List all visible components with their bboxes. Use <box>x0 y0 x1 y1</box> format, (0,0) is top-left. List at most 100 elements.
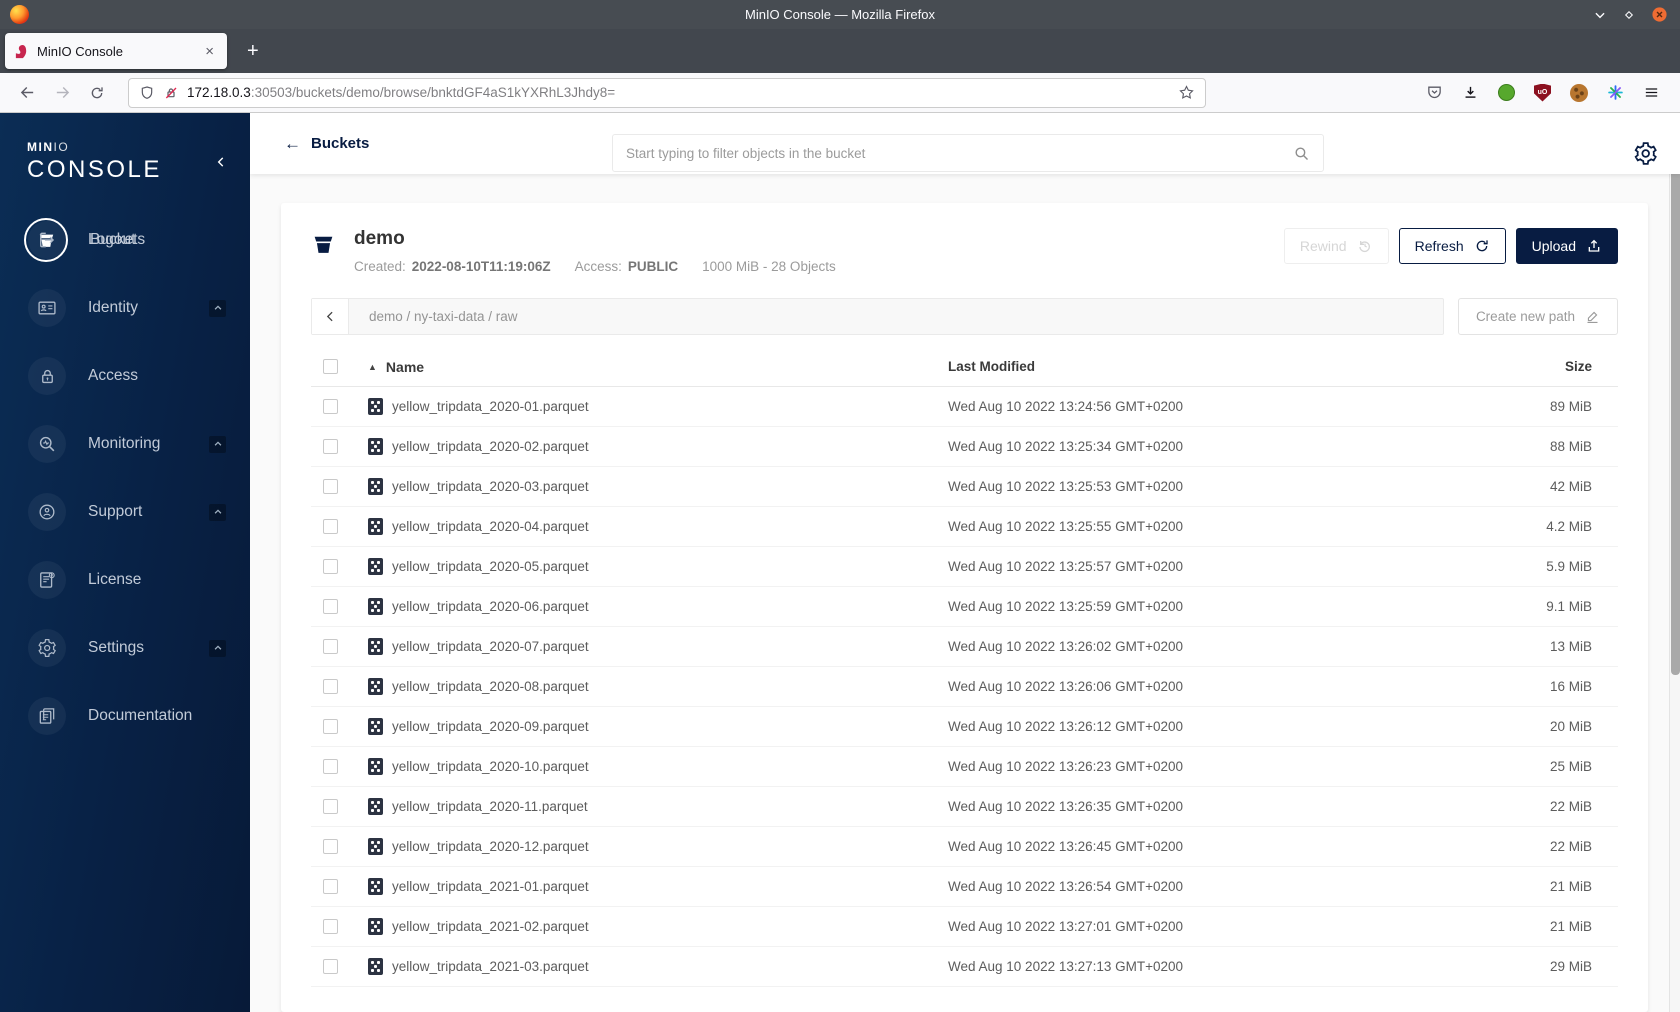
row-name[interactable]: yellow_tripdata_2020-03.parquet <box>392 479 589 494</box>
column-header-size[interactable]: Size <box>1488 359 1618 374</box>
forward-icon[interactable] <box>45 84 80 101</box>
row-checkbox[interactable] <box>323 559 338 574</box>
row-size: 88 MiB <box>1549 439 1592 454</box>
table-row[interactable]: yellow_tripdata_2021-03.parquet Wed Aug … <box>311 947 1618 987</box>
table-header-row: ▲ Name Last Modified Size <box>311 347 1618 387</box>
table-row[interactable]: yellow_tripdata_2020-09.parquet Wed Aug … <box>311 707 1618 747</box>
table-row[interactable]: yellow_tripdata_2020-08.parquet Wed Aug … <box>311 667 1618 707</box>
table-row[interactable]: yellow_tripdata_2020-01.parquet Wed Aug … <box>311 387 1618 427</box>
new-tab-button[interactable]: + <box>241 40 265 63</box>
row-name[interactable]: yellow_tripdata_2020-01.parquet <box>392 399 589 414</box>
column-header-modified[interactable]: Last Modified <box>948 359 1488 374</box>
bucket-browser-card: demo Created: 2022-08-10T11:19:06Z Acces… <box>281 203 1648 1012</box>
window-maximize-icon[interactable] <box>1622 8 1636 22</box>
refresh-button[interactable]: Refresh <box>1398 228 1506 264</box>
multi-account-containers-icon[interactable] <box>1607 84 1624 101</box>
window-close-icon[interactable] <box>1651 6 1668 23</box>
menu-hamburger-icon[interactable] <box>1643 84 1660 101</box>
column-header-name[interactable]: Name <box>386 359 424 375</box>
row-checkbox[interactable] <box>323 519 338 534</box>
privacy-badger-icon[interactable] <box>1498 84 1515 101</box>
ublock-origin-icon[interactable]: uO <box>1534 83 1551 102</box>
row-checkbox[interactable] <box>323 959 338 974</box>
sidebar-collapse-icon[interactable] <box>214 155 228 169</box>
table-row[interactable]: yellow_tripdata_2020-12.parquet Wed Aug … <box>311 827 1618 867</box>
tab-bar: MinIO Console × + <box>0 29 1680 73</box>
row-checkbox[interactable] <box>323 759 338 774</box>
sort-ascending-icon[interactable]: ▲ <box>368 362 377 372</box>
row-name[interactable]: yellow_tripdata_2020-06.parquet <box>392 599 589 614</box>
sidebar: MINIO CONSOLE Buckets Identity Access Mo… <box>0 113 250 1012</box>
upload-button[interactable]: Upload <box>1515 228 1618 264</box>
row-checkbox[interactable] <box>323 679 338 694</box>
back-to-buckets-link[interactable]: ← Buckets <box>284 134 369 154</box>
sidebar-item-logout[interactable]: Logout <box>0 206 250 274</box>
row-name[interactable]: yellow_tripdata_2020-07.parquet <box>392 639 589 654</box>
row-checkbox[interactable] <box>323 439 338 454</box>
tab-minio-console[interactable]: MinIO Console × <box>5 33 227 69</box>
insecure-lock-icon[interactable] <box>163 85 179 101</box>
row-checkbox[interactable] <box>323 399 338 414</box>
sidebar-item-label: Logout <box>88 231 136 248</box>
table-row[interactable]: yellow_tripdata_2020-07.parquet Wed Aug … <box>311 627 1618 667</box>
row-name[interactable]: yellow_tripdata_2020-04.parquet <box>392 519 589 534</box>
window-title: MinIO Console — Mozilla Firefox <box>745 7 935 22</box>
row-name[interactable]: yellow_tripdata_2020-12.parquet <box>392 839 589 854</box>
row-checkbox[interactable] <box>323 839 338 854</box>
tab-close-icon[interactable]: × <box>201 43 218 60</box>
rewind-icon <box>1357 238 1373 254</box>
row-size: 16 MiB <box>1549 679 1592 694</box>
settings-gear-icon[interactable] <box>1633 141 1658 166</box>
downloads-icon[interactable] <box>1462 84 1479 101</box>
cookie-extension-icon[interactable] <box>1570 83 1588 102</box>
row-checkbox[interactable] <box>323 599 338 614</box>
table-row[interactable]: yellow_tripdata_2021-01.parquet Wed Aug … <box>311 867 1618 907</box>
table-row[interactable]: yellow_tripdata_2020-03.parquet Wed Aug … <box>311 467 1618 507</box>
table-row[interactable]: yellow_tripdata_2020-11.parquet Wed Aug … <box>311 787 1618 827</box>
row-name[interactable]: yellow_tripdata_2020-08.parquet <box>392 679 589 694</box>
table-row[interactable]: yellow_tripdata_2020-02.parquet Wed Aug … <box>311 427 1618 467</box>
row-checkbox[interactable] <box>323 879 338 894</box>
pocket-icon[interactable] <box>1426 84 1443 101</box>
row-checkbox[interactable] <box>323 639 338 654</box>
row-checkbox[interactable] <box>323 799 338 814</box>
row-name[interactable]: yellow_tripdata_2020-05.parquet <box>392 559 589 574</box>
table-row[interactable]: yellow_tripdata_2020-10.parquet Wed Aug … <box>311 747 1618 787</box>
breadcrumb-back-icon[interactable] <box>312 299 349 334</box>
select-all-checkbox[interactable] <box>323 359 338 374</box>
table-row[interactable]: yellow_tripdata_2020-06.parquet Wed Aug … <box>311 587 1618 627</box>
row-name[interactable]: yellow_tripdata_2021-02.parquet <box>392 919 589 934</box>
row-modified: Wed Aug 10 2022 13:27:13 GMT+0200 <box>948 959 1184 974</box>
rewind-button[interactable]: Rewind <box>1283 228 1389 264</box>
row-checkbox[interactable] <box>323 719 338 734</box>
back-icon[interactable] <box>10 84 45 101</box>
tracking-shield-icon[interactable] <box>139 85 155 101</box>
bucket-icon <box>311 232 336 257</box>
row-name[interactable]: yellow_tripdata_2021-03.parquet <box>392 959 589 974</box>
row-checkbox[interactable] <box>323 479 338 494</box>
parquet-file-icon <box>368 438 383 455</box>
url-bar[interactable]: 172.18.0.3:30503/buckets/demo/browse/bnk… <box>128 77 1206 108</box>
row-size: 21 MiB <box>1549 879 1592 894</box>
row-name[interactable]: yellow_tripdata_2020-02.parquet <box>392 439 589 454</box>
reload-icon[interactable] <box>80 85 114 101</box>
row-size: 9.1 MiB <box>1546 599 1592 614</box>
search-input[interactable] <box>626 145 1293 161</box>
row-name[interactable]: yellow_tripdata_2021-01.parquet <box>392 879 589 894</box>
table-row[interactable]: yellow_tripdata_2020-04.parquet Wed Aug … <box>311 507 1618 547</box>
table-row[interactable]: yellow_tripdata_2020-05.parquet Wed Aug … <box>311 547 1618 587</box>
row-size: 22 MiB <box>1549 799 1592 814</box>
bookmark-star-icon[interactable] <box>1178 84 1195 101</box>
row-name[interactable]: yellow_tripdata_2020-09.parquet <box>392 719 589 734</box>
row-checkbox[interactable] <box>323 919 338 934</box>
table-row[interactable]: yellow_tripdata_2021-02.parquet Wed Aug … <box>311 907 1618 947</box>
breadcrumb[interactable]: demo / ny-taxi-data / raw <box>369 309 518 324</box>
scrollbar-thumb[interactable] <box>1671 134 1680 675</box>
row-name[interactable]: yellow_tripdata_2020-10.parquet <box>392 759 589 774</box>
row-modified: Wed Aug 10 2022 13:25:34 GMT+0200 <box>948 439 1184 454</box>
window-shade-icon[interactable] <box>1593 8 1607 22</box>
create-new-path-button[interactable]: Create new path <box>1457 298 1618 335</box>
row-modified: Wed Aug 10 2022 13:26:35 GMT+0200 <box>948 799 1184 814</box>
page-scrollbar[interactable] <box>1669 113 1680 1012</box>
row-name[interactable]: yellow_tripdata_2020-11.parquet <box>392 799 588 814</box>
